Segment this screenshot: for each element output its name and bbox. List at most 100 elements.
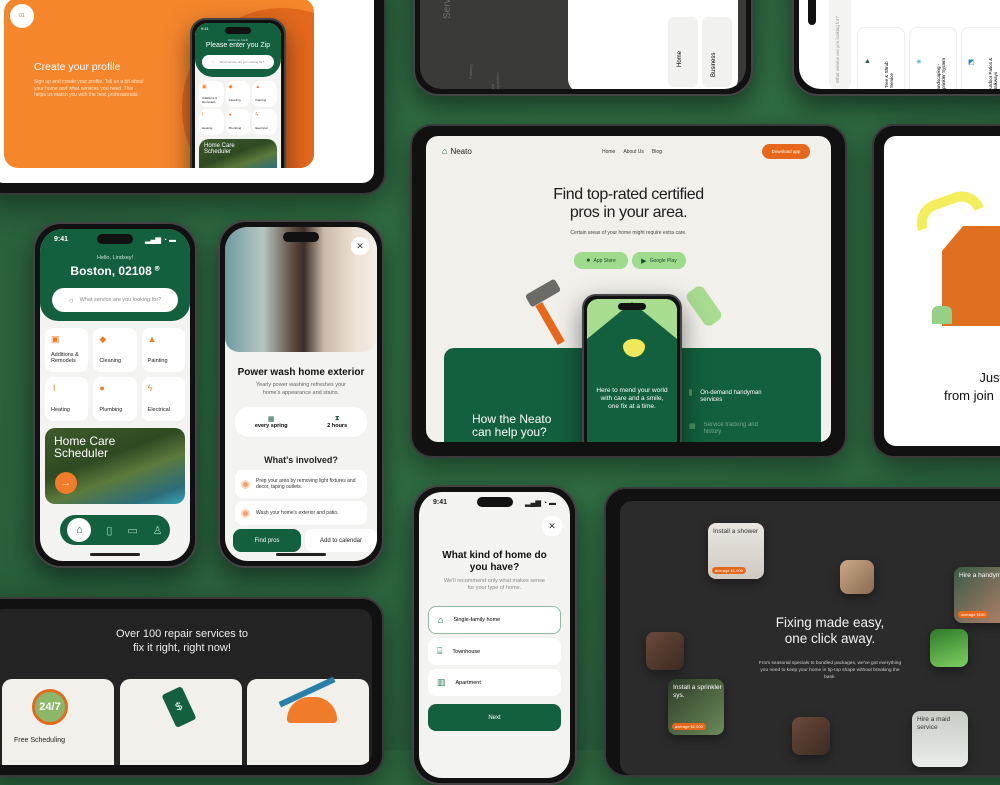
bottom-nav: ⌂ ▯ ▭ ♙ — [60, 515, 170, 545]
home-indicator — [276, 553, 326, 556]
zip-title: Please enter you Zip — [205, 42, 271, 49]
tile-title: Hire a handyman — [959, 572, 1000, 579]
category-painting[interactable]: ▲ Painting — [141, 328, 185, 372]
thermometer-icon: ǀ — [202, 112, 204, 118]
profile-tablet: 01 Create your profile Sign up and creat… — [0, 0, 386, 195]
price-tag-icon: $ — [161, 686, 197, 728]
option-business[interactable]: Business — [702, 17, 732, 87]
nav-home[interactable]: Home — [602, 149, 615, 155]
category-label: Cleaning — [99, 358, 122, 364]
service-card-pricing[interactable]: $ — [120, 679, 242, 765]
category-plumbing[interactable]: ● Plumbing — [225, 109, 251, 135]
close-icon: ✕ — [356, 240, 364, 251]
close-button[interactable]: ✕ — [542, 516, 562, 536]
arrow-right-icon[interactable]: → — [55, 472, 77, 494]
category-label: Painting — [147, 358, 168, 364]
clock-247-icon: 24/7 — [32, 689, 68, 725]
banner-title: Home Care Scheduler — [54, 434, 116, 460]
option-single-family[interactable]: ⌂ Single-family home — [428, 606, 561, 634]
how-title: How the Neato can help you? — [472, 412, 552, 439]
option-label: Business — [711, 52, 717, 77]
home-indicator — [90, 553, 140, 556]
search-input[interactable]: What service are you looking for? — [829, 0, 851, 89]
spray-icon: ◆ — [99, 334, 107, 344]
info-row: ▦ every spring ⧗ 2 hours — [235, 407, 367, 437]
category-additions[interactable]: ▣ Additions & Remodels — [45, 328, 89, 372]
category-additions[interactable]: ▣ Additions & Remodels — [199, 81, 224, 107]
step-bullet-icon — [241, 508, 250, 518]
download-app-button[interactable]: Download app — [762, 144, 810, 159]
service-patios[interactable]: ◩ Outdoor Patios & Walkways — [961, 27, 1000, 89]
category-label: Cleaning — [228, 98, 241, 102]
service-card-247[interactable]: 24/7 Free Scheduling — [2, 679, 114, 765]
service-tree[interactable]: ▲ Tree & Shrub Service — [857, 27, 905, 89]
step-text: Prep your area by removing light fixture… — [256, 477, 356, 491]
category-cleaning[interactable]: ◆ Cleaning — [225, 81, 251, 107]
tile-install-shower[interactable]: Install a shower average $1,000 — [708, 523, 764, 579]
tile-photo-lawn — [930, 629, 968, 667]
headline-line: pros in your area. — [569, 204, 688, 221]
nav-blog[interactable]: Blog — [652, 149, 662, 155]
tile-hire-maid[interactable]: Hire a maid service — [912, 711, 968, 767]
services-phone: What service are you looking for? ▲ Tree … — [792, 0, 1000, 96]
category-heating[interactable]: ǀ Heating — [45, 377, 89, 421]
feature-item: ▦ Service tracking and history — [689, 422, 774, 436]
option-home[interactable]: Home — [668, 17, 698, 87]
onboarding-text: Just 4 — [979, 370, 1000, 385]
option-apartment[interactable]: ▥ Apartment — [428, 669, 561, 696]
option-townhouse[interactable]: ⌸ Townhouse — [428, 638, 561, 665]
hammer-handle — [535, 302, 565, 345]
apartment-icon: ▥ — [437, 677, 446, 687]
book-icon[interactable]: ▯ — [106, 524, 112, 537]
website-tablet: ⌂ Neato Home About Us Blog Download app F… — [410, 124, 847, 458]
home-phone: 9:41 ▂▄▆ ◔ ▬ Hello, Lindsey! Boston, 0210… — [33, 222, 197, 568]
feature-label: On-demand handyman services — [700, 390, 762, 403]
add-to-calendar-button[interactable]: Add to calendar — [305, 529, 377, 552]
google-play-button[interactable]: ▶ Google Play — [632, 252, 686, 269]
user-icon[interactable]: ♙ — [153, 524, 163, 537]
service-card-tools[interactable] — [247, 676, 369, 765]
tree-icon: ▲ — [864, 58, 871, 65]
wallet-icon[interactable]: ▭ — [127, 524, 137, 537]
service-sprinkler[interactable]: ✳ Landscaping - Sprinkler System — [909, 27, 957, 89]
location-phone: Services Painting Paint Preparation What… — [413, 0, 753, 96]
scheduler-banner[interactable]: Home Care Scheduler — [199, 139, 277, 168]
logo[interactable]: ⌂ Neato — [442, 146, 472, 156]
close-button[interactable]: ✕ — [351, 237, 369, 255]
house-add-icon: ▣ — [51, 334, 60, 344]
spray-icon: ◆ — [228, 84, 233, 90]
specials-description: From seasonal specials to bundled packag… — [758, 661, 902, 680]
scheduler-banner[interactable]: Home Care Scheduler → — [45, 428, 185, 504]
townhouse-icon: ⌸ — [437, 646, 443, 656]
service-item: Paint Preparation — [490, 72, 500, 89]
nav-about[interactable]: About Us — [623, 149, 644, 155]
category-painting[interactable]: ▲ Painting — [252, 81, 277, 107]
location-pin-icon: ⌾ — [154, 264, 160, 273]
tile-title: Install a shower — [713, 528, 759, 535]
search-input[interactable]: ○ What service are you looking for? — [52, 288, 178, 312]
tape-measure-icon — [910, 184, 984, 232]
tile-title: Hire a maid service — [917, 716, 951, 731]
home-icon[interactable]: ⌂ — [67, 518, 92, 542]
home-type-subtitle: We'll recommend only what makes sense fo… — [444, 578, 545, 591]
find-pros-button[interactable]: Find pros — [233, 529, 301, 552]
dynamic-island — [808, 0, 816, 25]
category-electrical[interactable]: ϟ Electrical — [141, 377, 185, 421]
greeting: Hello, Lindsey! — [96, 255, 134, 261]
tile-install-sprinkler[interactable]: Install a sprinkler sys. average $2,200 — [668, 679, 724, 735]
phone-tagline: Here to mend your world with care and a … — [596, 387, 668, 410]
hero-headline: Find top-rated certified pros in your are… — [426, 186, 831, 222]
tile-title: Install a sprinkler sys. — [673, 684, 722, 699]
category-heating[interactable]: ǀ Heating — [199, 109, 224, 135]
step-item: Prep your area by removing light fixture… — [235, 470, 367, 498]
tile-hire-handyman[interactable]: Hire a handyman average $150 — [954, 567, 1000, 623]
location-title[interactable]: Boston, 02108 ⌾ — [40, 264, 190, 278]
app-store-button[interactable]: ● App Store — [574, 252, 628, 269]
signal-icons: ▂▄▆ ◔ ▬ — [145, 237, 176, 244]
category-electrical[interactable]: ϟ Electrical — [252, 109, 277, 135]
category-plumbing[interactable]: ● Plumbing — [93, 377, 137, 421]
next-button[interactable]: Next — [428, 704, 561, 731]
search-input[interactable]: ○ What service are you looking for? — [202, 55, 274, 69]
profile-card: 01 Create your profile Sign up and creat… — [4, 0, 314, 168]
category-cleaning[interactable]: ◆ Cleaning — [93, 328, 137, 372]
